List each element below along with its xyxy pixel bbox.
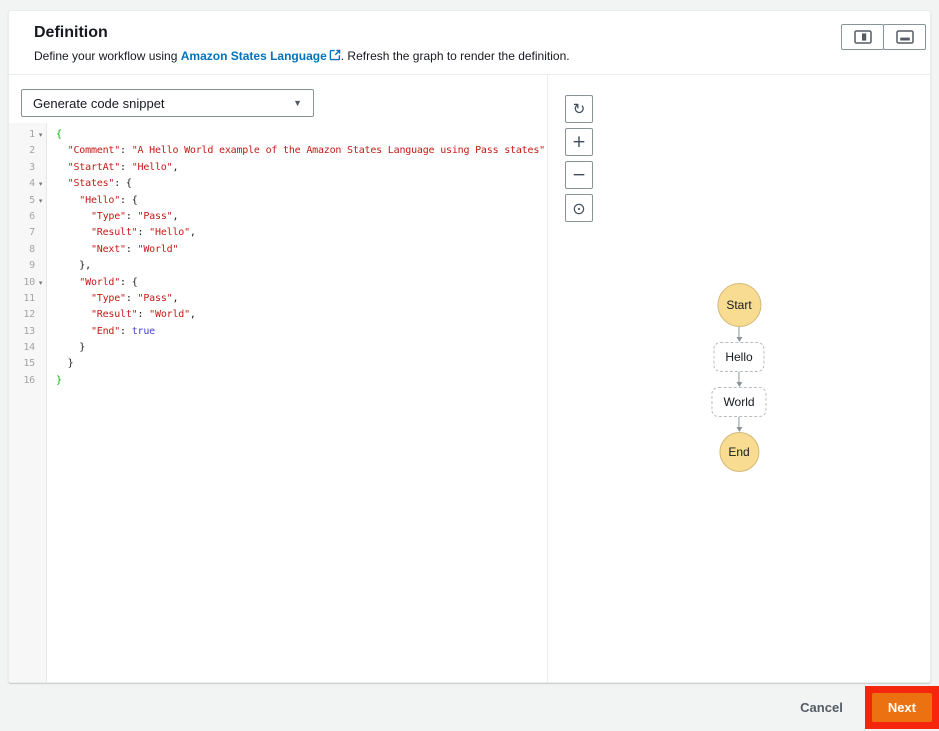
line-number-label: 7	[29, 227, 35, 239]
line-number: 5 ▾	[9, 193, 46, 209]
code-line[interactable]: "End": true	[56, 324, 547, 340]
state-node-world[interactable]: World	[711, 387, 767, 417]
page: Definition Define your workflow using Am…	[0, 0, 939, 731]
definition-editor-panel: Generate code snippet ▼ 1 ▾ 2 3 4 ▾ 5 ▾ 6 7 8 9 10 ▾ 1…	[9, 75, 548, 682]
line-number: 2	[9, 143, 46, 159]
dropdown-label: Generate code snippet	[33, 95, 165, 111]
card-body: Generate code snippet ▼ 1 ▾ 2 3 4 ▾ 5 ▾ 6 7 8 9 10 ▾ 1…	[9, 75, 930, 682]
code-line[interactable]: "Result": "Hello",	[56, 225, 547, 241]
code-line[interactable]: "Result": "World",	[56, 307, 547, 323]
cancel-button[interactable]: Cancel	[800, 700, 843, 715]
code-line[interactable]: {	[56, 127, 547, 143]
center-graph-button[interactable]: ⊙	[565, 194, 593, 222]
code-content[interactable]: { "Comment": "A Hello World example of t…	[47, 123, 547, 682]
code-line[interactable]: }	[56, 373, 547, 389]
split-vertical-icon	[853, 30, 872, 44]
graph-edge	[736, 417, 742, 432]
line-number-label: 11	[23, 292, 35, 304]
graph-controls: ↻ + − ⊙	[565, 95, 593, 222]
code-line[interactable]: }	[56, 340, 547, 356]
code-line[interactable]: "Next": "World"	[56, 242, 547, 258]
line-number-label: 16	[23, 374, 35, 386]
code-line[interactable]: "Type": "Pass",	[56, 291, 547, 307]
line-number: 13	[9, 324, 46, 340]
split-vertical-button[interactable]	[841, 24, 884, 50]
line-number: 9	[9, 258, 46, 274]
code-line[interactable]: "Comment": "A Hello World example of the…	[56, 143, 547, 159]
line-number-label: 9	[29, 260, 35, 272]
page-title: Definition	[34, 24, 108, 41]
line-number: 14	[9, 340, 46, 356]
code-line[interactable]: },	[56, 258, 547, 274]
subtitle-text: Define your workflow using	[34, 49, 181, 63]
code-line[interactable]: "Type": "Pass",	[56, 209, 547, 225]
end-node: End	[719, 432, 759, 472]
minus-icon: −	[571, 164, 587, 185]
line-number: 7	[9, 225, 46, 241]
code-line[interactable]: "States": {	[56, 176, 547, 192]
line-number: 12	[9, 307, 46, 323]
line-number: 16	[9, 373, 46, 389]
refresh-graph-button[interactable]: ↻	[565, 95, 593, 123]
split-horizontal-icon	[895, 30, 914, 44]
chevron-down-icon: ▼	[293, 98, 302, 108]
line-number: 10 ▾	[9, 275, 46, 291]
line-number-label: 10	[23, 276, 35, 288]
workflow-graph: Start Hello World End	[711, 283, 767, 472]
snippet-toolbar: Generate code snippet ▼	[9, 75, 547, 123]
line-number: 15	[9, 356, 46, 372]
line-number-label: 13	[23, 325, 35, 337]
line-number: 11	[9, 291, 46, 307]
code-line[interactable]: "StartAt": "Hello",	[56, 160, 547, 176]
wizard-footer: Cancel Next	[0, 684, 939, 731]
annotation-highlight: Next	[864, 686, 939, 729]
graph-edge	[736, 372, 742, 387]
center-target-icon: ⊙	[572, 198, 586, 218]
line-number: 1 ▾	[9, 127, 46, 143]
amazon-states-language-link[interactable]: Amazon States Language	[181, 49, 341, 63]
definition-card: Definition Define your workflow using Am…	[8, 10, 931, 683]
line-number-label: 3	[29, 161, 35, 173]
line-number: 6	[9, 209, 46, 225]
link-label: Amazon States Language	[180, 49, 327, 63]
line-number: 4 ▾	[9, 176, 46, 192]
next-button[interactable]: Next	[871, 693, 932, 722]
split-horizontal-button[interactable]	[883, 24, 926, 50]
line-number-label: 2	[29, 145, 35, 157]
state-node-hello[interactable]: Hello	[713, 342, 765, 372]
subtitle-text-suffix: . Refresh the graph to render the defini…	[340, 49, 570, 63]
line-number-gutter: 1 ▾ 2 3 4 ▾ 5 ▾ 6 7 8 9 10 ▾ 11 12 13 14 15 16	[9, 123, 47, 682]
line-number-label: 6	[29, 210, 35, 222]
external-link-icon	[329, 49, 341, 61]
fold-toggle-icon[interactable]: ▾	[35, 193, 46, 209]
zoom-out-button[interactable]: −	[565, 161, 593, 189]
line-number: 8	[9, 242, 46, 258]
refresh-icon: ↻	[572, 100, 586, 118]
code-line[interactable]: "World": {	[56, 275, 547, 291]
code-editor[interactable]: 1 ▾ 2 3 4 ▾ 5 ▾ 6 7 8 9 10 ▾ 11 12 13 14 15 16 { "Comment":…	[9, 123, 547, 682]
graph-edge	[736, 327, 742, 342]
line-number-label: 15	[23, 358, 35, 370]
fold-toggle-icon[interactable]: ▾	[35, 127, 46, 143]
code-line[interactable]: }	[56, 356, 547, 372]
fold-toggle-icon[interactable]: ▾	[35, 176, 46, 192]
start-node: Start	[717, 283, 761, 327]
graph-panel: ↻ + − ⊙ Start Hello World End	[548, 75, 930, 682]
generate-code-snippet-dropdown[interactable]: Generate code snippet ▼	[21, 89, 314, 117]
zoom-in-button[interactable]: +	[565, 128, 593, 156]
line-number: 3	[9, 160, 46, 176]
layout-toggle-group	[841, 24, 926, 50]
subtitle: Define your workflow using Amazon States…	[34, 49, 910, 63]
line-number-label: 12	[23, 309, 35, 321]
line-number-label: 8	[29, 243, 35, 255]
plus-icon: +	[571, 131, 587, 152]
fold-toggle-icon[interactable]: ▾	[35, 275, 46, 291]
code-line[interactable]: "Hello": {	[56, 193, 547, 209]
line-number-label: 14	[23, 342, 35, 354]
card-header: Definition Define your workflow using Am…	[9, 11, 930, 75]
